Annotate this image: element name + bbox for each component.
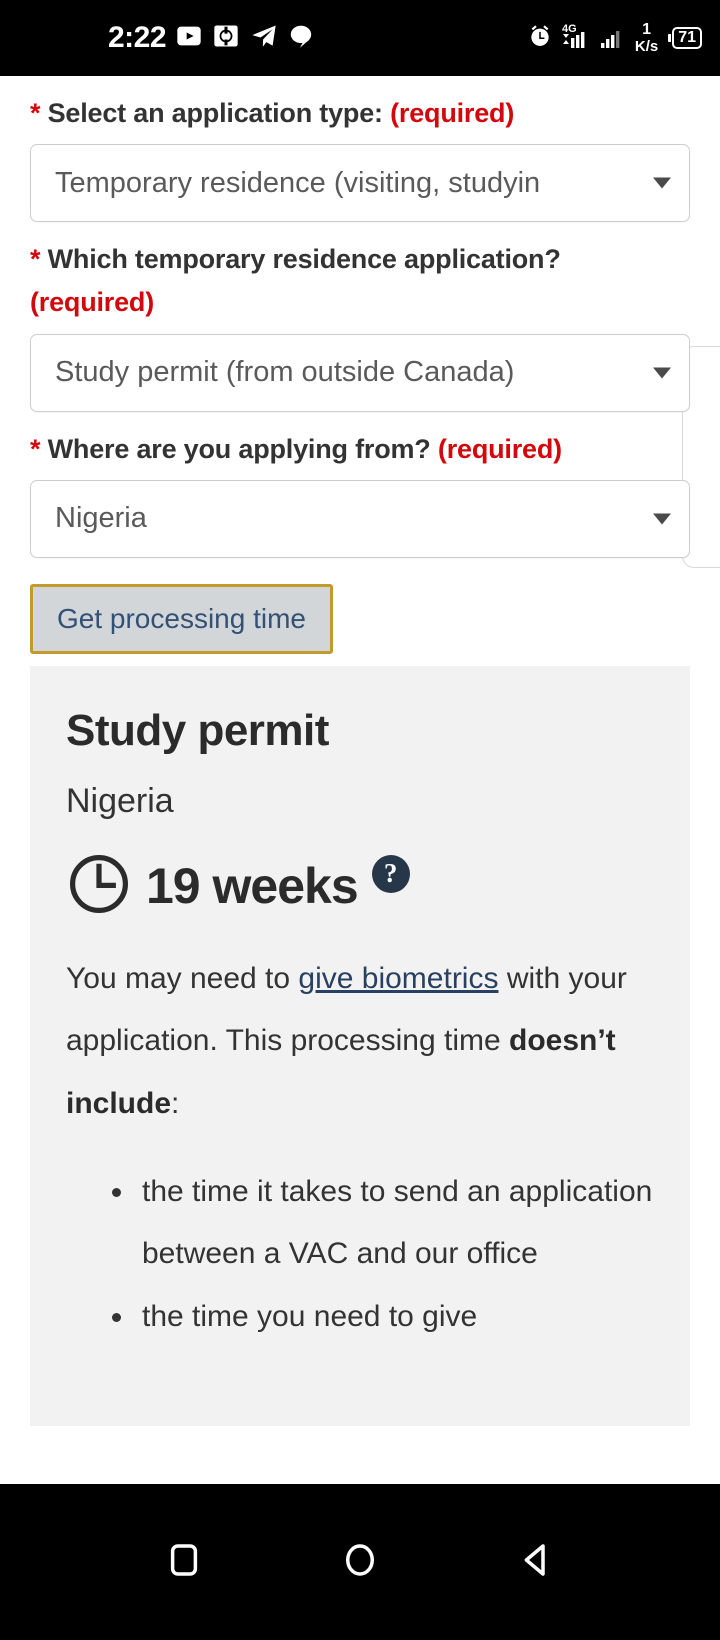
battery-nub — [668, 33, 672, 42]
give-biometrics-link[interactable]: give biometrics — [298, 962, 498, 995]
android-status-bar: 2:22 4G 1 K/s 71 — [0, 0, 720, 76]
camera-icon — [212, 22, 240, 55]
select-application-type[interactable]: Temporary residence (visiting, studyin — [30, 144, 690, 223]
result-description: You may need to give biometrics with you… — [66, 948, 654, 1135]
battery-level-label: 71 — [672, 26, 702, 50]
exclusions-list: the time it takes to send an application… — [66, 1161, 654, 1348]
select-temporary-residence-application[interactable]: Study permit (from outside Canada) — [30, 333, 690, 412]
chevron-down-icon — [653, 177, 671, 189]
field-label-text: Which temporary residence application? — [47, 244, 561, 275]
select-applying-from-country-value: Nigeria — [55, 502, 147, 535]
signal-4g-icon: 4G — [560, 22, 594, 55]
field-label-text: Select an application type: — [47, 98, 383, 128]
required-tag: (required) — [30, 287, 155, 318]
chat-bubble-icon — [288, 23, 314, 54]
recents-square-icon[interactable] — [163, 1539, 205, 1586]
required-star: * — [30, 244, 41, 275]
processing-time-value: 19 weeks — [146, 858, 359, 915]
field-label-temporary-residence-application: * Which temporary residence application?… — [30, 238, 690, 324]
alarm-icon — [527, 23, 553, 54]
field-applying-from: * Where are you applying from? (required… — [0, 428, 720, 558]
get-processing-time-button-label: Get processing time — [57, 602, 306, 634]
get-processing-time-button[interactable]: Get processing time — [30, 583, 333, 654]
select-applying-from-country[interactable]: Nigeria — [30, 479, 690, 558]
result-title: Study permit — [66, 705, 329, 755]
result-country: Nigeria — [66, 781, 174, 820]
field-label-applying-from: * Where are you applying from? (required… — [30, 428, 690, 471]
processing-time-result-card: Study permit Nigeria 19 weeks ? You may … — [30, 665, 690, 1426]
back-triangle-icon[interactable] — [515, 1539, 557, 1586]
clock-icon — [66, 851, 132, 922]
home-circle-icon[interactable] — [339, 1539, 381, 1586]
select-temporary-residence-application-value: Study permit (from outside Canada) — [55, 356, 515, 389]
required-star: * — [30, 433, 41, 464]
page-content: * Select an application type: (required)… — [0, 76, 720, 1484]
description-part-3: : — [171, 1086, 180, 1120]
field-label-application-type: * Select an application type: (required) — [30, 92, 690, 135]
select-application-type-value: Temporary residence (visiting, studyin — [55, 166, 541, 199]
youtube-icon — [175, 22, 203, 55]
network-speed-indicator: 1 K/s — [634, 21, 659, 55]
list-item: the time it takes to send an application… — [112, 1161, 654, 1286]
network-speed-unit: K/s — [634, 38, 659, 55]
description-part-1: You may need to — [66, 961, 299, 995]
processing-time-row: 19 weeks ? — [66, 851, 654, 922]
field-application-type: * Select an application type: (required)… — [0, 92, 720, 223]
help-question-icon[interactable]: ? — [371, 854, 410, 893]
svg-text:4G: 4G — [562, 23, 577, 35]
status-bar-clock: 2:22 — [108, 21, 167, 54]
battery-icon: 71 — [668, 26, 702, 50]
required-star: * — [30, 98, 41, 128]
chevron-down-icon — [653, 513, 671, 525]
status-bar-left: 2:22 — [0, 22, 314, 55]
status-bar-right: 4G 1 K/s 71 — [527, 22, 702, 55]
signal-bars-icon — [600, 22, 627, 55]
chevron-down-icon — [653, 367, 671, 379]
list-item: the time you need to give — [112, 1286, 654, 1348]
required-tag: (required) — [390, 98, 515, 128]
telegram-icon — [249, 22, 279, 55]
network-speed-value: 1 — [642, 21, 651, 38]
android-navigation-bar — [0, 1484, 720, 1640]
field-label-text: Where are you applying from? — [47, 433, 431, 464]
required-tag: (required) — [437, 433, 562, 464]
field-temporary-residence-application: * Which temporary residence application?… — [0, 238, 720, 412]
